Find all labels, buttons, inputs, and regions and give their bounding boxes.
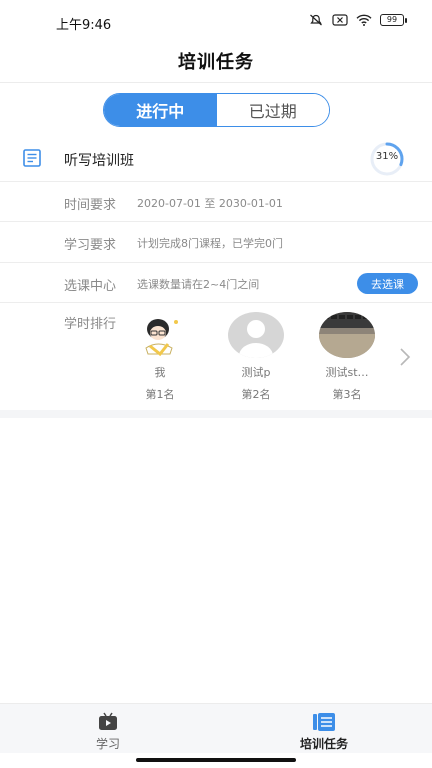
- tab-study[interactable]: 学习: [0, 704, 216, 753]
- status-icons: 99: [308, 14, 407, 26]
- status-bar: 上午9:46 99: [0, 0, 432, 44]
- ranking-row: 学时排行 我 第1名 测试p 第2名 测试st… 第3名: [0, 302, 432, 410]
- course-selection-label: 选课中心: [64, 279, 117, 294]
- study-requirement-value: 计划完成8门课程，已学完0门: [137, 237, 283, 250]
- battery-icon: 99: [380, 14, 407, 26]
- avatar: [132, 312, 188, 358]
- time-requirement-row: 时间要求 2020-07-01 至 2030-01-01: [0, 181, 432, 221]
- tab-in-progress[interactable]: 进行中: [104, 94, 217, 126]
- course-selection-value: 选课数量请在2~4门之间: [137, 278, 260, 291]
- course-selection-row: 选课中心 选课数量请在2~4门之间 去选课: [0, 262, 432, 302]
- status-time: 上午9:46: [56, 18, 112, 33]
- course-name: 听写培训班: [64, 153, 134, 169]
- mute-bell-icon: [310, 14, 322, 26]
- bottom-tab-bar: 学习 培训任务: [0, 703, 432, 753]
- study-requirement-row: 学习要求 计划完成8门课程，已学完0门: [0, 221, 432, 261]
- page-title: 培训任务: [178, 52, 254, 73]
- tab-training-tasks-label: 培训任务: [299, 737, 348, 751]
- time-requirement-label: 时间要求: [64, 198, 117, 213]
- time-requirement-value: 2020-07-01 至 2030-01-01: [137, 197, 283, 210]
- home-indicator[interactable]: [136, 758, 296, 762]
- ranking-label: 学时排行: [64, 317, 117, 332]
- wifi-icon: [356, 14, 372, 26]
- course-header[interactable]: 听写培训班 31%: [0, 137, 432, 181]
- chevron-right-icon[interactable]: [398, 347, 412, 367]
- rank-position: 第1名: [145, 388, 175, 401]
- tab-study-label: 学习: [95, 737, 120, 751]
- sim-off-icon: [332, 14, 348, 26]
- tab-expired[interactable]: 已过期: [216, 94, 329, 126]
- rank-user-2[interactable]: 测试p 第2名: [216, 312, 296, 402]
- choose-course-button[interactable]: 去选课: [357, 273, 418, 294]
- tv-icon: [99, 712, 117, 730]
- list-icon: [313, 713, 335, 731]
- rank-user-1[interactable]: 我 第1名: [120, 312, 200, 402]
- rank-position: 第2名: [241, 388, 271, 401]
- document-icon: [23, 149, 41, 167]
- status-segmented-control: 进行中 已过期: [103, 93, 330, 127]
- rank-user-name: 我: [154, 366, 166, 379]
- rank-position: 第3名: [332, 388, 362, 401]
- avatar: [319, 312, 375, 358]
- avatar: [228, 312, 284, 358]
- study-requirement-label: 学习要求: [64, 238, 117, 253]
- rank-user-3[interactable]: 测试st… 第3名: [307, 312, 387, 402]
- section-divider: [0, 410, 432, 418]
- progress-percent: 31%: [375, 151, 399, 162]
- rank-user-name: 测试p: [241, 366, 271, 379]
- divider: [0, 82, 432, 83]
- rank-user-name: 测试st…: [325, 366, 369, 379]
- tab-training-tasks[interactable]: 培训任务: [216, 704, 432, 753]
